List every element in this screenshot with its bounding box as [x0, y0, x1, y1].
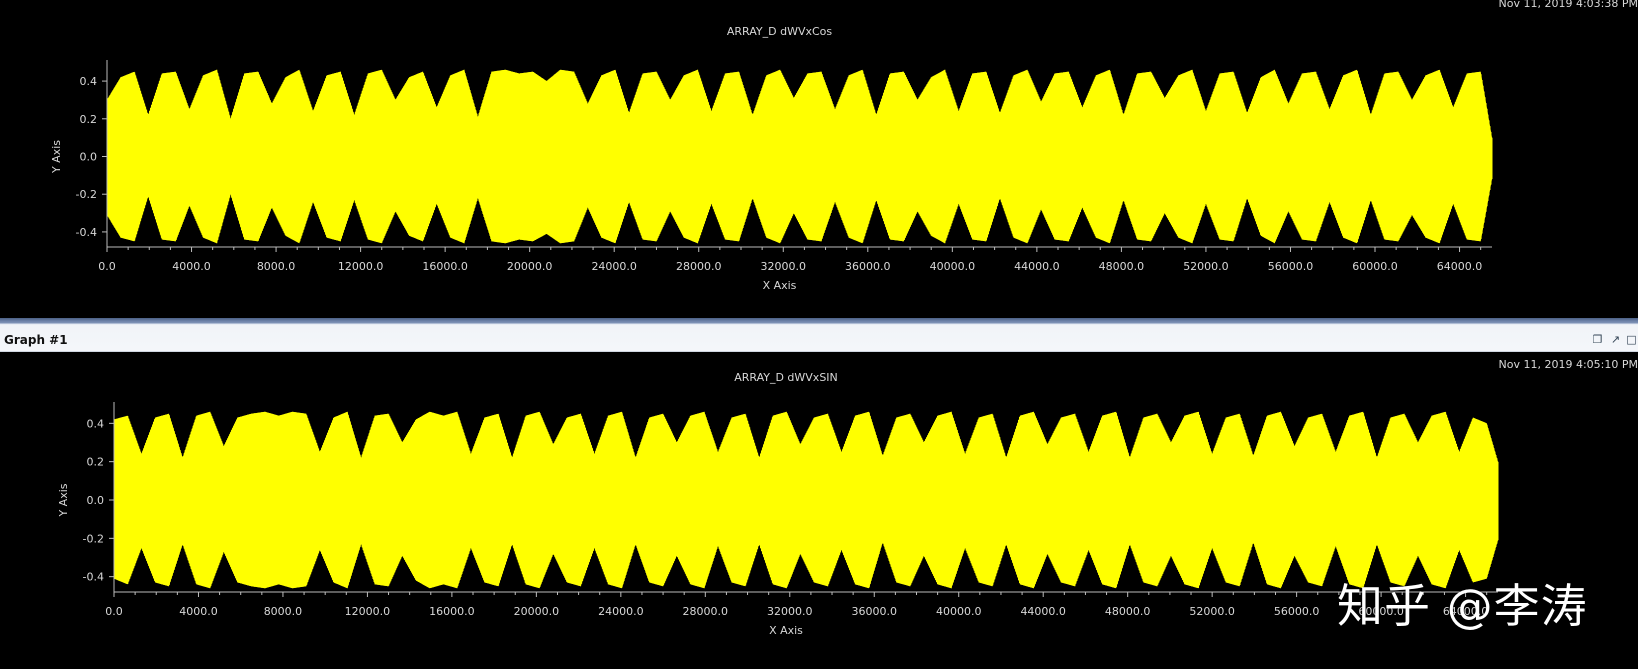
x-tick-label: 44000.0 [1020, 605, 1066, 618]
restore-icon[interactable]: ❐ [1591, 333, 1604, 346]
x-tick-label: 16000.0 [422, 260, 468, 273]
chart-title: ARRAY_D dWVxCos [727, 25, 833, 38]
x-tick-label: 4000.0 [172, 260, 211, 273]
x-tick-label: 64000.0 [1437, 260, 1483, 273]
x-tick-label: 20000.0 [514, 605, 560, 618]
x-tick-label: 56000.0 [1274, 605, 1320, 618]
x-tick-label: 36000.0 [845, 260, 891, 273]
x-tick-label: 16000.0 [429, 605, 475, 618]
x-tick-label: 12000.0 [345, 605, 391, 618]
x-tick-label: 60000.0 [1352, 260, 1398, 273]
graph-panel-header: Graph #1 ❐ ↗ □ [0, 318, 1638, 352]
y-tick-label: 0.0 [87, 494, 105, 507]
x-axis-label: X Axis [769, 624, 803, 637]
x-tick-label: 40000.0 [936, 605, 982, 618]
maximize-icon[interactable]: ↗ [1609, 333, 1622, 346]
x-tick-label: 8000.0 [257, 260, 296, 273]
graph-tab-label[interactable]: Graph #1 [4, 333, 68, 347]
close-icon[interactable]: □ [1625, 333, 1638, 346]
signal-trace [106, 69, 1493, 244]
x-axis-label: X Axis [763, 279, 797, 292]
x-tick-label: 44000.0 [1014, 260, 1060, 273]
x-tick-label: 12000.0 [338, 260, 384, 273]
x-tick-label: 24000.0 [591, 260, 637, 273]
x-tick-label: 32000.0 [767, 605, 813, 618]
x-tick-label: 4000.0 [179, 605, 218, 618]
x-tick-label: 24000.0 [598, 605, 644, 618]
x-tick-label: 56000.0 [1268, 260, 1314, 273]
x-tick-label: 28000.0 [683, 605, 729, 618]
x-tick-label: 52000.0 [1189, 605, 1235, 618]
chart-cos-plot: ARRAY_D dWVxCos 0.0 4000.0 8000.0 12000.0 160… [50, 25, 1493, 292]
signal-trace [113, 411, 1499, 589]
watermark: 知乎 @李涛 [1337, 579, 1588, 633]
y-tick-label: 0.2 [87, 456, 105, 469]
y-tick-label: -0.2 [83, 532, 104, 545]
y-tick-label: -0.4 [83, 571, 104, 584]
x-tick-label: 0.0 [98, 260, 116, 273]
x-tick-label: 28000.0 [676, 260, 722, 273]
y-axis-label: Y Axis [57, 483, 70, 517]
chart-title: ARRAY_D dWVxSIN [734, 371, 838, 384]
y-tick-label: 0.2 [80, 113, 98, 126]
x-tick-label: 52000.0 [1183, 260, 1229, 273]
chart-pane-cos: Nov 11, 2019 4:03:38 PM ARRAY_D dWVxCos 0… [0, 0, 1638, 318]
y-axis-label: Y Axis [50, 140, 63, 174]
y-tick-label: -0.2 [76, 188, 97, 201]
y-tick-label: 0.4 [87, 417, 105, 430]
x-tick-label: 48000.0 [1099, 260, 1145, 273]
x-tick-label: 8000.0 [264, 605, 303, 618]
x-tick-label: 40000.0 [930, 260, 976, 273]
y-tick-label: -0.4 [76, 226, 97, 239]
x-tick-label: 32000.0 [761, 260, 807, 273]
y-tick-label: 0.4 [80, 75, 98, 88]
x-tick-label: 0.0 [105, 605, 123, 618]
x-tick-label: 20000.0 [507, 260, 553, 273]
x-tick-label: 36000.0 [852, 605, 898, 618]
y-tick-label: 0.0 [80, 151, 98, 164]
x-tick-label: 48000.0 [1105, 605, 1151, 618]
